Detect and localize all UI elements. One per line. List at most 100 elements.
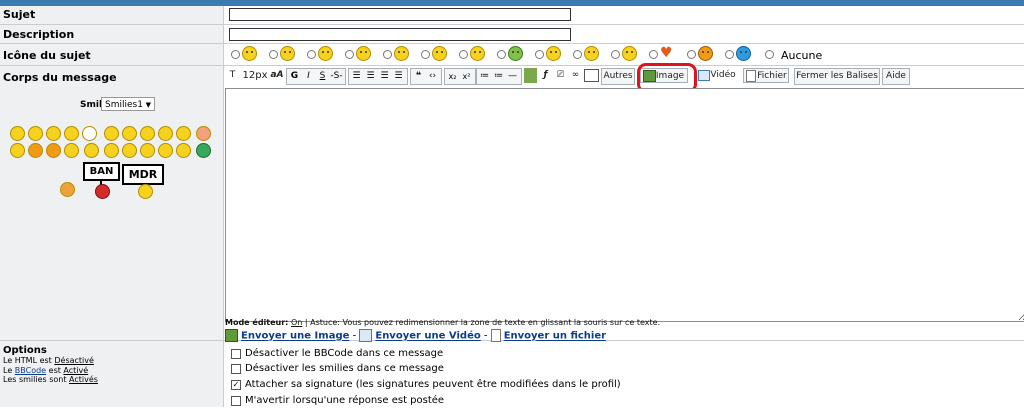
text-format-icon[interactable]: T [226, 68, 239, 83]
smiley-icon[interactable] [28, 126, 43, 141]
checkbox[interactable] [231, 364, 241, 374]
close-tags-button[interactable]: Fermer les Balises [794, 68, 880, 85]
smiley-icon[interactable] [196, 143, 211, 158]
help-button[interactable]: Aide [882, 68, 910, 85]
bullet-list-icon[interactable]: ≔ [478, 69, 491, 84]
smiley-icon[interactable] [28, 143, 43, 158]
send-file-link[interactable]: Envoyer un fichier [504, 331, 606, 342]
radio-button[interactable] [535, 50, 544, 59]
radio-button[interactable] [611, 50, 620, 59]
justify-icon[interactable]: ☰ [392, 69, 405, 84]
description-input[interactable] [229, 28, 571, 41]
list-group: ≔ ≔ — [476, 68, 522, 85]
arrow-right-icon[interactable] [158, 143, 173, 158]
smiley-icon[interactable] [64, 143, 79, 158]
smiley-icon[interactable] [46, 143, 61, 158]
sad-face-icon [318, 46, 333, 61]
numbered-list-icon[interactable]: ≔ [492, 69, 505, 84]
horizontal-rule-icon[interactable]: — [506, 69, 519, 84]
options-title: Options [3, 345, 47, 356]
message-textarea[interactable] [225, 88, 1024, 322]
radio-button[interactable] [687, 50, 696, 59]
radio-button[interactable] [497, 50, 506, 59]
radio-button[interactable] [345, 50, 354, 59]
checkbox[interactable] [231, 349, 241, 359]
rolling-eyes-icon [546, 46, 561, 61]
bbcode-link[interactable]: BBCode [15, 366, 46, 375]
smiley-icon[interactable] [46, 126, 61, 141]
link-separator: - [480, 330, 491, 342]
arrow-right-icon [622, 46, 637, 61]
align-button-group: ☰ ☰ ☰ ☰ [348, 68, 408, 85]
checkbox-checked[interactable]: ✓ [231, 380, 241, 390]
superscript-icon[interactable]: x² [460, 69, 473, 84]
subject-input[interactable] [229, 8, 571, 21]
description-label: Description [3, 28, 75, 41]
smiley-icon[interactable] [104, 126, 119, 141]
chevron-down-icon: ▼ [145, 101, 151, 109]
font-icon[interactable]: aA [269, 68, 285, 83]
radio-button[interactable] [307, 50, 316, 59]
option-label: Désactiver les smilies dans ce message [245, 363, 444, 374]
smiley-icon[interactable] [10, 126, 25, 141]
smiley-icon[interactable] [84, 143, 99, 158]
thumbs-up-smiley-icon[interactable] [60, 182, 75, 197]
smiley-icon[interactable] [10, 143, 25, 158]
upload-links: Envoyer une Image - Envoyer une Vidéo - … [225, 329, 606, 342]
radio-button[interactable] [573, 50, 582, 59]
align-left-icon[interactable]: ☰ [350, 69, 363, 84]
subject-label: Sujet [3, 8, 36, 21]
smiley-icon[interactable] [122, 126, 137, 141]
smile-icon [242, 46, 257, 61]
radio-button[interactable] [231, 50, 240, 59]
quote-icon[interactable]: ❝ [412, 69, 425, 84]
link-icon[interactable]: ∞ [569, 68, 582, 83]
align-right-icon[interactable]: ☰ [378, 69, 391, 84]
smiley-icon[interactable] [176, 143, 191, 158]
idea-icon[interactable] [140, 143, 155, 158]
smiley-icon[interactable] [82, 126, 97, 141]
embed-icon[interactable]: ⎚ [554, 68, 567, 83]
checkbox[interactable] [231, 396, 241, 406]
wink-face-icon [356, 46, 371, 61]
question-icon[interactable] [122, 143, 137, 158]
editor-toolbar: T 12px aA G I S -S- ☰ ☰ ☰ ☰ ❝ ‹› x₂ x² ≔… [226, 68, 1024, 85]
smiley-icon[interactable] [64, 126, 79, 141]
exclamation-icon[interactable] [104, 143, 119, 158]
function-icon[interactable]: ƒ [539, 68, 552, 83]
code-icon[interactable]: ‹› [426, 69, 439, 84]
mdr-smiley-icon [138, 184, 153, 199]
table-icon[interactable] [524, 68, 537, 83]
smiley-icon[interactable] [158, 126, 173, 141]
editor-mode-toggle[interactable]: On [291, 318, 302, 327]
underline-button[interactable]: S [316, 69, 329, 84]
radio-button[interactable] [421, 50, 430, 59]
radio-button[interactable] [725, 50, 734, 59]
radio-button[interactable] [269, 50, 278, 59]
bbcode-mid: est [46, 366, 64, 375]
bold-button[interactable]: G [288, 69, 301, 84]
window-icon[interactable] [584, 69, 599, 82]
strike-button[interactable]: -S- [330, 69, 343, 84]
send-image-link[interactable]: Envoyer une Image [241, 331, 349, 342]
smiley-icon[interactable] [140, 126, 155, 141]
smiley-icon[interactable] [196, 126, 211, 141]
smiley-icon[interactable] [176, 126, 191, 141]
radio-button[interactable] [649, 50, 658, 59]
radio-button[interactable] [765, 50, 774, 59]
radio-button[interactable] [459, 50, 468, 59]
subscript-icon[interactable]: x₂ [446, 69, 459, 84]
radio-button[interactable] [383, 50, 392, 59]
italic-button[interactable]: I [302, 69, 315, 84]
mdr-sign[interactable]: MDR [122, 164, 164, 185]
smilies-select[interactable]: Smilies1 ▼ [101, 97, 155, 111]
align-center-icon[interactable]: ☰ [364, 69, 377, 84]
send-video-link[interactable]: Envoyer une Vidéo [375, 331, 480, 342]
row-divider [0, 24, 1024, 25]
script-group: x₂ x² [444, 68, 476, 85]
autres-button[interactable]: Autres [601, 68, 635, 85]
html-status-value: Désactivé [54, 356, 94, 365]
font-size-select[interactable]: 12px [241, 68, 269, 83]
bbcode-status-value: Activé [63, 366, 89, 375]
video-icon [359, 329, 373, 342]
